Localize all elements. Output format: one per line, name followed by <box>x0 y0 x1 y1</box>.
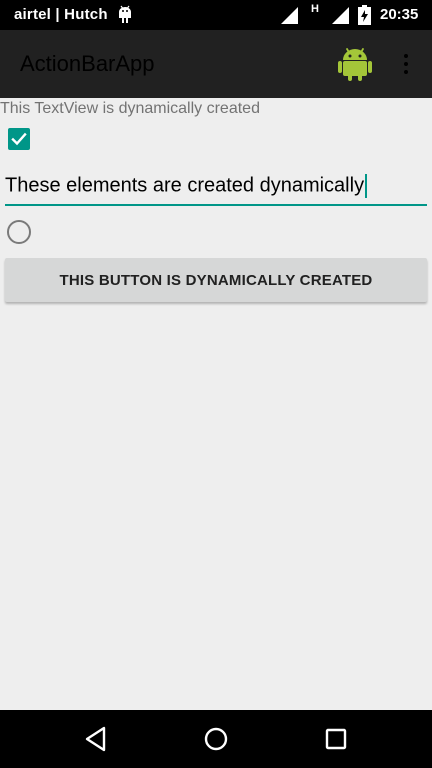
android-icon[interactable] <box>338 46 372 82</box>
status-bar: airtel | Hutch H 20:35 <box>0 0 432 30</box>
battery-charging-icon <box>358 5 371 25</box>
checkmark-icon <box>11 132 27 146</box>
network-type-label: H <box>311 3 319 15</box>
android-notification-icon <box>119 5 131 23</box>
back-icon[interactable] <box>82 724 112 754</box>
recents-icon[interactable] <box>321 724 351 754</box>
app-title: ActionBarApp <box>20 51 155 76</box>
action-bar: ActionBarApp <box>0 30 432 98</box>
dynamic-textview: This TextView is dynamically created <box>0 100 260 117</box>
dynamic-button[interactable]: THIS BUTTON IS DYNAMICALLY CREATED <box>5 258 427 302</box>
carrier-label: airtel | Hutch <box>14 6 108 23</box>
signal-icon <box>281 7 298 24</box>
text-cursor <box>365 174 368 198</box>
signal-icon <box>332 7 349 24</box>
clock: 20:35 <box>380 6 419 23</box>
navigation-bar <box>0 710 432 768</box>
edittext-value: These elements are created dynamically <box>5 174 368 198</box>
phone-screen: airtel | Hutch H 20:35 ActionBarApp This… <box>0 0 432 768</box>
home-icon[interactable] <box>201 724 231 754</box>
overflow-menu-icon[interactable] <box>396 50 416 78</box>
dynamic-checkbox[interactable] <box>8 128 30 150</box>
dynamic-edittext[interactable]: These elements are created dynamically <box>5 168 427 206</box>
dynamic-radio-button[interactable] <box>7 220 31 244</box>
